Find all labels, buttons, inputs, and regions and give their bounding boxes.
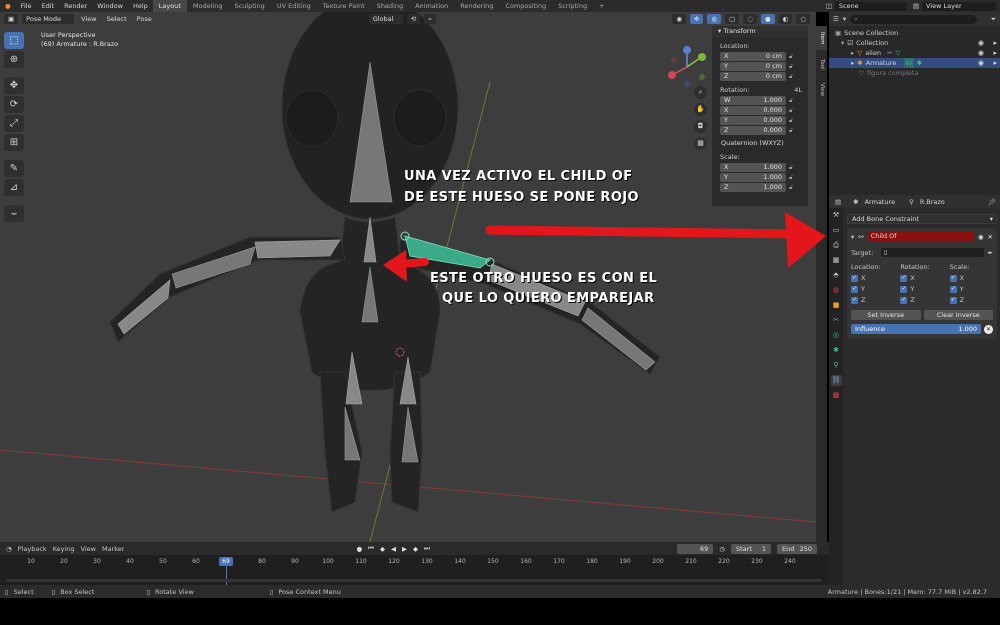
arrow-head-left [383,250,407,282]
arrow-to-properties [485,225,805,239]
annotation-bottom-line2: QUE LO QUIERO EMPAREJAR [442,291,655,306]
annotation-top-line2: DE ESTE HUESO SE PONE ROJO [404,190,639,205]
annotation-bottom-line1: ESTE OTRO HUESO ES CON EL [430,271,658,286]
arrow-head-right [785,212,826,268]
annotation-arrows [383,212,826,282]
annotation-top-line1: UNA VEZ ACTIVO EL CHILD OF [404,169,633,184]
